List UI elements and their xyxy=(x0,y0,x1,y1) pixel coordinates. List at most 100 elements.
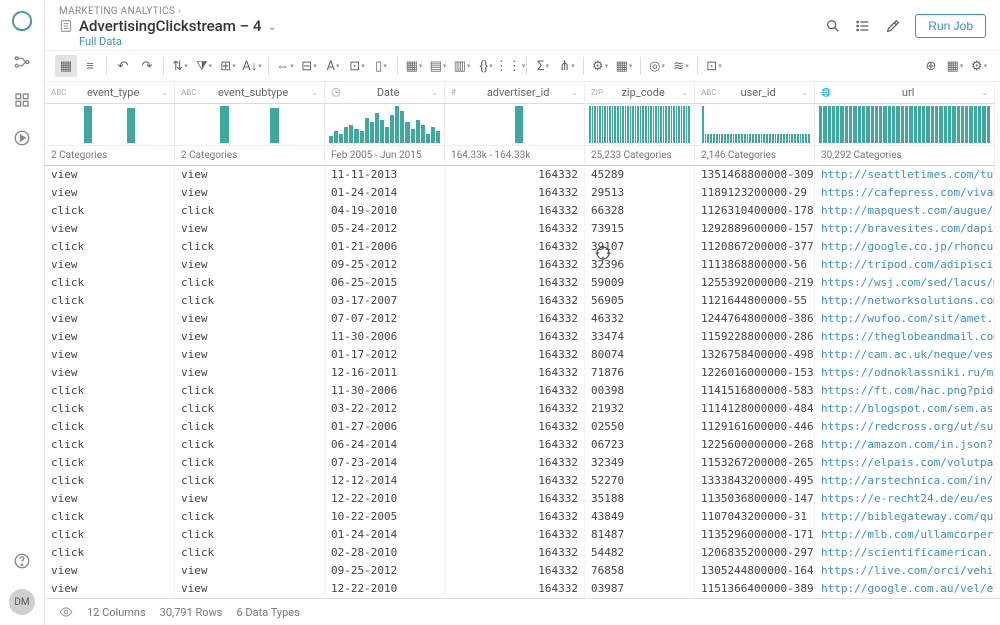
cell[interactable]: 164332 xyxy=(445,382,585,400)
cell[interactable]: view xyxy=(45,220,175,238)
cell[interactable]: 33474 xyxy=(585,328,695,346)
cell[interactable]: click xyxy=(45,202,175,220)
flow-icon[interactable] xyxy=(12,52,32,72)
cell[interactable]: 1351468800000-309 xyxy=(695,166,815,184)
cell[interactable]: view xyxy=(175,220,325,238)
cell[interactable]: click xyxy=(175,544,325,562)
cell[interactable]: 164332 xyxy=(445,346,585,364)
table3-button[interactable]: ▥ xyxy=(451,55,473,77)
cell[interactable]: 01-24-2014 xyxy=(325,526,445,544)
cell[interactable]: view xyxy=(175,364,325,382)
cell[interactable]: 164332 xyxy=(445,580,585,598)
cell[interactable]: click xyxy=(45,274,175,292)
cell[interactable]: 45289 xyxy=(585,166,695,184)
cell[interactable]: view xyxy=(175,184,325,202)
sigma-button[interactable]: Σ xyxy=(532,55,554,77)
cell[interactable]: 06723 xyxy=(585,436,695,454)
cell[interactable]: view xyxy=(175,562,325,580)
cell[interactable]: 35188 xyxy=(585,490,695,508)
cell[interactable]: 80074 xyxy=(585,346,695,364)
cell[interactable]: 164332 xyxy=(445,292,585,310)
cell[interactable]: 01-24-2014 xyxy=(325,184,445,202)
cell[interactable]: click xyxy=(45,526,175,544)
cell[interactable]: click xyxy=(175,526,325,544)
cell[interactable]: http://cam.ac.uk/neque/vestibu xyxy=(815,346,995,364)
cell[interactable]: view xyxy=(45,346,175,364)
cell[interactable]: click xyxy=(45,292,175,310)
gear-button[interactable]: ⚙ xyxy=(589,55,611,77)
cell[interactable]: click xyxy=(175,418,325,436)
cell[interactable]: 1107043200000-31 xyxy=(695,508,815,526)
cell[interactable]: 11-30-2006 xyxy=(325,328,445,346)
undo-button[interactable]: ↶ xyxy=(112,55,134,77)
cell[interactable]: 1159228800000-286 xyxy=(695,328,815,346)
cell[interactable]: 1333843200000-495 xyxy=(695,472,815,490)
cell[interactable]: 164332 xyxy=(445,166,585,184)
cell[interactable]: 09-25-2012 xyxy=(325,562,445,580)
cell[interactable]: 07-23-2014 xyxy=(325,454,445,472)
sort-button[interactable]: ⇅ xyxy=(169,55,191,77)
cell[interactable]: click xyxy=(45,544,175,562)
cell[interactable]: 21932 xyxy=(585,400,695,418)
column-header[interactable]: ZIPzip_code⌄ xyxy=(585,82,695,104)
title-dropdown-icon[interactable]: ⌄ xyxy=(267,20,276,33)
cell[interactable]: view xyxy=(45,310,175,328)
cell[interactable]: view xyxy=(45,256,175,274)
az-button[interactable]: A↓ xyxy=(241,55,263,77)
cell[interactable]: https://odnoklassniki.ru/maece xyxy=(815,364,995,382)
cell[interactable]: 164332 xyxy=(445,256,585,274)
cell[interactable]: http://google.co.jp/rhoncus/du xyxy=(815,238,995,256)
cell[interactable]: 1121644800000-55 xyxy=(695,292,815,310)
cell[interactable]: view xyxy=(175,166,325,184)
cell[interactable]: 81487 xyxy=(585,526,695,544)
column-histogram[interactable] xyxy=(175,104,325,146)
cell[interactable]: 59009 xyxy=(585,274,695,292)
cell[interactable]: 1135036800000-147 xyxy=(695,490,815,508)
column-histogram[interactable] xyxy=(325,104,445,146)
cell[interactable]: http://bravesites.com/dapibus xyxy=(815,220,995,238)
cell[interactable]: click xyxy=(175,436,325,454)
cell[interactable]: http://mapquest.com/augue/quam xyxy=(815,202,995,220)
group-button[interactable]: ⊞ xyxy=(217,55,239,77)
cell[interactable]: 54482 xyxy=(585,544,695,562)
run-job-button[interactable]: Run Job xyxy=(915,14,986,38)
cell[interactable]: 12-22-2010 xyxy=(325,580,445,598)
cell[interactable]: 1126310400000-178 xyxy=(695,202,815,220)
cell[interactable]: 11-30-2006 xyxy=(325,382,445,400)
cell[interactable]: http://seattletimes.com/turpis xyxy=(815,166,995,184)
cell[interactable]: view xyxy=(45,328,175,346)
cell[interactable]: 164332 xyxy=(445,328,585,346)
cell[interactable]: 164332 xyxy=(445,238,585,256)
cell[interactable]: 1226016000000-153 xyxy=(695,364,815,382)
cell[interactable]: 164332 xyxy=(445,400,585,418)
cell[interactable]: click xyxy=(175,382,325,400)
run-icon[interactable] xyxy=(12,128,32,148)
cell[interactable]: 01-21-2006 xyxy=(325,238,445,256)
cell[interactable]: 32349 xyxy=(585,454,695,472)
cell[interactable]: 05-24-2012 xyxy=(325,220,445,238)
data-grid[interactable]: ABCevent_type⌄ABCevent_subtype⌄🕒Date⌄#ad… xyxy=(45,82,1000,598)
cell[interactable]: 01-27-2006 xyxy=(325,418,445,436)
settings-button[interactable]: ⚙ xyxy=(968,55,990,77)
cell[interactable]: 02550 xyxy=(585,418,695,436)
column-header[interactable]: ABCevent_subtype⌄ xyxy=(175,82,325,104)
help-icon[interactable] xyxy=(12,551,32,571)
cell[interactable]: view xyxy=(45,166,175,184)
cell[interactable]: 00398 xyxy=(585,382,695,400)
cell[interactable]: http://arstechnica.com/in/impe xyxy=(815,472,995,490)
column-histogram[interactable] xyxy=(695,104,815,146)
cell[interactable]: 1206835200000-297 xyxy=(695,544,815,562)
column-header[interactable]: ABCevent_type⌄ xyxy=(45,82,175,104)
cell[interactable]: 164332 xyxy=(445,418,585,436)
cell[interactable]: view xyxy=(45,184,175,202)
cell[interactable]: 12-16-2011 xyxy=(325,364,445,382)
cell[interactable]: http://scientificamerican.com/ xyxy=(815,544,995,562)
cell[interactable]: click xyxy=(45,436,175,454)
cell[interactable]: http://tripod.com/adipiscing/l xyxy=(815,256,995,274)
cell[interactable]: 164332 xyxy=(445,562,585,580)
cell[interactable]: 12-22-2010 xyxy=(325,490,445,508)
cell[interactable]: 1141516800000-583 xyxy=(695,382,815,400)
cell[interactable]: 1189123200000-29 xyxy=(695,184,815,202)
cell[interactable]: click xyxy=(175,508,325,526)
column-histogram[interactable] xyxy=(585,104,695,146)
